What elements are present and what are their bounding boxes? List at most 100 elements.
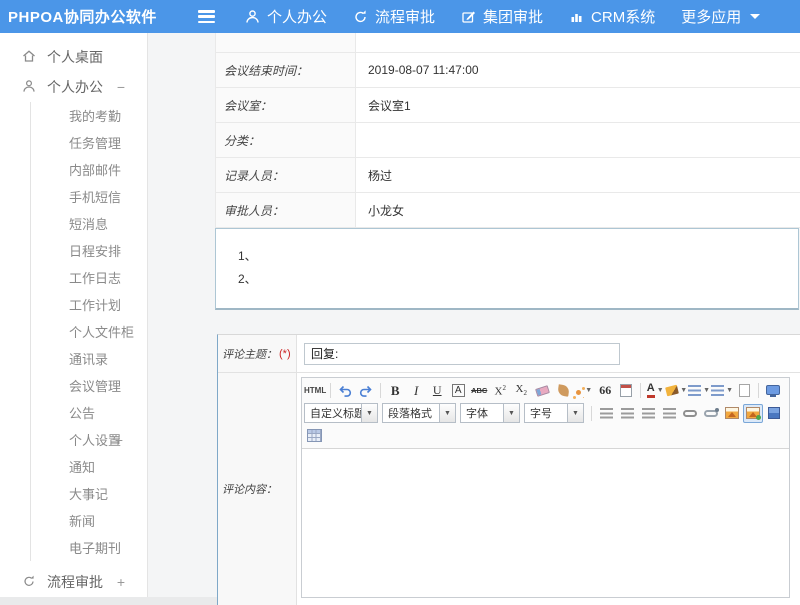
align-right-button[interactable] [638,404,658,423]
dropdown-caret-icon: ▼ [703,387,710,394]
menu-toggle-icon[interactable] [198,10,215,23]
comment-subject-input[interactable] [304,343,620,365]
table-row-partial [216,33,800,53]
font-size-select[interactable]: 字号▼ [524,403,584,423]
sidebar-item-notice[interactable]: 通知 [31,453,147,480]
char-border-glyph: A [452,384,465,397]
comment-content-label: 评论内容： [222,481,277,497]
bold-button[interactable]: B [385,381,405,400]
cycle-icon [353,9,368,24]
table-row-approver: 审批人员： 小龙女 [216,193,800,228]
sidebar-item-sms[interactable]: 手机短信 [31,183,147,210]
sidebar-item-announcement[interactable]: 公告 [31,399,147,426]
autotypeset-icon[interactable]: ▼ [574,381,594,400]
sidebar-item-contacts[interactable]: 通讯录 [31,345,147,372]
sidebar-item-label: 工作日志 [69,268,121,287]
nav-group-approval[interactable]: 集团审批 [461,6,543,27]
italic-button[interactable]: I [406,381,426,400]
expand-icon[interactable]: + [117,574,125,590]
superscript-button[interactable]: X2 [490,381,510,400]
nav-crm-system[interactable]: CRM系统 [569,6,655,27]
paragraph-format-select[interactable]: 段落格式▼ [382,403,456,423]
sidebar-item-news[interactable]: 新闻 [31,507,147,534]
sidebar-item-e-journal[interactable]: 电子期刊 [31,534,147,561]
sidebar-item-personal-settings[interactable]: 个人设置+ [31,426,147,453]
nav-label: 个人办公 [267,6,327,27]
image-upload-icon[interactable] [743,404,763,423]
eraser-icon[interactable] [532,381,552,400]
undo-icon[interactable] [335,381,355,400]
sidebar-item-short-message[interactable]: 短消息 [31,210,147,237]
bottom-scrollbar-track[interactable] [0,597,217,605]
underline-button[interactable]: U [427,381,447,400]
nav-process-approval[interactable]: 流程审批 [353,6,435,27]
user-icon [245,9,260,24]
new-page-icon[interactable] [734,381,754,400]
bar-chart-icon [569,9,584,24]
topbar: PHPOA协同办公软件 个人办公 流程审批 集团审批 CRM系统 更多应用 [0,0,800,33]
nav-personal-office[interactable]: 个人办公 [245,6,327,27]
sidebar-item-milestones[interactable]: 大事记 [31,480,147,507]
image-icon[interactable] [722,404,742,423]
char-border-button[interactable]: A [448,381,468,400]
table-row-recorder: 记录人员： 杨过 [216,158,800,193]
sidebar-item-attendance[interactable]: 我的考勤 [31,102,147,129]
sidebar-item-work-log[interactable]: 工作日志 [31,264,147,291]
sidebar-item-work-plan[interactable]: 工作计划 [31,291,147,318]
sidebar-item-label: 任务管理 [69,133,121,152]
sidebar-item-personal-office[interactable]: 个人办公 − [0,72,147,102]
preview-icon[interactable] [763,381,783,400]
sidebar-item-tasks[interactable]: 任务管理 [31,129,147,156]
sidebar-item-schedule[interactable]: 日程安排 [31,237,147,264]
underline-glyph: U [433,383,442,398]
strikethrough-button[interactable]: ABC [469,381,489,400]
sidebar-item-label: 工作计划 [69,295,121,314]
editor-toolbar: HTML B I U A ABC X2 X2 [302,378,789,449]
justify-button[interactable] [659,404,679,423]
toolbar-separator [758,383,759,398]
sidebar-item-meetings[interactable]: 会议管理 [31,372,147,399]
unlink-icon[interactable] [701,404,721,423]
highlight-color-button[interactable]: ▼ [666,381,687,400]
app-logo: PHPOA协同办公软件 [0,6,190,27]
toolbar-separator [380,383,381,398]
custom-title-select[interactable]: 自定义标题▼ [304,403,378,423]
sidebar-item-label: 短消息 [69,214,108,233]
html-source-button[interactable]: HTML [304,381,326,400]
dropdown-caret-icon: ▼ [567,404,583,422]
sidebar-item-internal-mail[interactable]: 内部邮件 [31,156,147,183]
sidebar-item-file-cabinet[interactable]: 个人文件柜 [31,318,147,345]
blockquote-icon[interactable]: 66 [595,381,615,400]
font-family-select[interactable]: 字体▼ [460,403,520,423]
align-center-button[interactable] [617,404,637,423]
redo-icon[interactable] [356,381,376,400]
link-icon[interactable] [680,404,700,423]
nav-more-apps[interactable]: 更多应用 [681,6,760,27]
toolbar-separator [640,383,641,398]
media-icon[interactable] [764,404,784,423]
sidebar-item-label: 个人办公 [47,77,103,97]
toolbar-separator [591,406,592,421]
format-brush-icon[interactable] [553,381,573,400]
sidebar-item-desktop[interactable]: 个人桌面 [0,42,147,72]
sidebar-item-process-approval[interactable]: 流程审批 + [0,567,147,597]
subscript-button[interactable]: X2 [511,381,531,400]
edit-icon [461,9,476,24]
row-label: 记录人员： [216,158,356,192]
comment-form: 评论主题： (*) 评论内容： HTML [217,334,800,605]
expand-icon[interactable]: + [115,432,123,448]
insert-table-icon[interactable] [304,426,324,445]
row-label: 会议结束时间： [216,53,356,87]
collapse-icon[interactable]: − [117,79,125,95]
font-color-button[interactable]: A▼ [645,381,665,400]
editor-content[interactable] [302,449,789,597]
top-nav: 个人办公 流程审批 集团审批 CRM系统 更多应用 [245,6,786,27]
content-line: 2、 [238,268,798,291]
unordered-list-button[interactable]: ▼ [711,381,733,400]
align-left-button[interactable] [596,404,616,423]
paste-icon[interactable] [616,381,636,400]
table-row-category: 分类： [216,123,800,158]
comment-subject-label: 评论主题： [222,346,277,362]
required-mark: (*) [279,348,291,360]
ordered-list-button[interactable]: ▼ [688,381,710,400]
